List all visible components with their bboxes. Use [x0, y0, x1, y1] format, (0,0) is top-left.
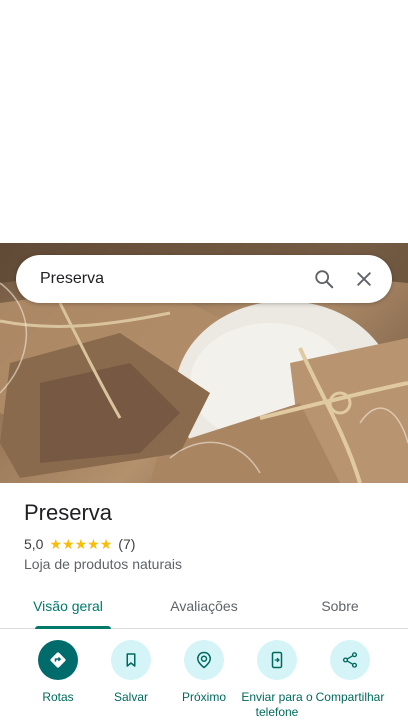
- star-rating: ★ ★ ★ ★ ★: [49, 537, 112, 551]
- search-bar[interactable]: [16, 254, 392, 304]
- send-to-phone-icon: [271, 651, 283, 669]
- directions-icon: [50, 652, 66, 668]
- star-icon: ★: [49, 536, 63, 552]
- nearby-button[interactable]: Próximo: [167, 640, 241, 705]
- star-icon: ★: [62, 536, 75, 552]
- share-button[interactable]: Compartilhar: [313, 640, 387, 705]
- nearby-icon: [196, 651, 212, 669]
- send-to-phone-button[interactable]: Enviar para o telefone: [240, 640, 314, 720]
- action-label: Compartilhar: [315, 690, 385, 704]
- tab-about[interactable]: Sobre: [272, 584, 408, 628]
- place-category: Loja de produtos naturais: [24, 556, 182, 572]
- save-button[interactable]: Salvar: [94, 640, 168, 705]
- tab-reviews[interactable]: Avaliações: [136, 584, 272, 628]
- search-icon: [315, 270, 334, 289]
- action-label: Próximo: [181, 690, 226, 704]
- share-circle: [330, 640, 370, 680]
- tab-label: Visão geral: [33, 598, 103, 614]
- star-icon: ★: [74, 536, 88, 552]
- directions-circle: [38, 640, 78, 680]
- review-count: (7): [118, 536, 136, 552]
- search-button[interactable]: [304, 259, 344, 299]
- star-icon: ★: [87, 536, 100, 552]
- bookmark-icon: [126, 653, 136, 667]
- action-label: Enviar para o telefone: [241, 690, 313, 719]
- rating-value: 5,0: [24, 536, 44, 552]
- search-input[interactable]: [16, 254, 304, 304]
- nearby-circle: [184, 640, 224, 680]
- action-label: Salvar: [113, 690, 148, 704]
- tab-label: Avaliações: [170, 598, 238, 614]
- send-to-phone-circle: [257, 640, 297, 680]
- star-icon: ★: [99, 536, 113, 552]
- place-tabs: Visão geral Avaliações Sobre: [0, 584, 408, 629]
- map-blank-area: [0, 0, 408, 243]
- save-circle: [111, 640, 151, 680]
- place-title: Preserva: [24, 500, 113, 525]
- share-icon: [342, 652, 358, 668]
- directions-button[interactable]: Rotas: [21, 640, 95, 705]
- rating-row[interactable]: 5,0 ★ ★ ★ ★ ★ (7): [24, 536, 135, 552]
- clear-search-button[interactable]: [344, 259, 384, 299]
- tab-label: Sobre: [321, 598, 359, 614]
- close-icon: [357, 272, 371, 286]
- action-label: Rotas: [42, 690, 74, 704]
- action-bar: Rotas Salvar Próximo Enviar para o telef…: [0, 640, 408, 726]
- tab-overview[interactable]: Visão geral: [0, 584, 136, 629]
